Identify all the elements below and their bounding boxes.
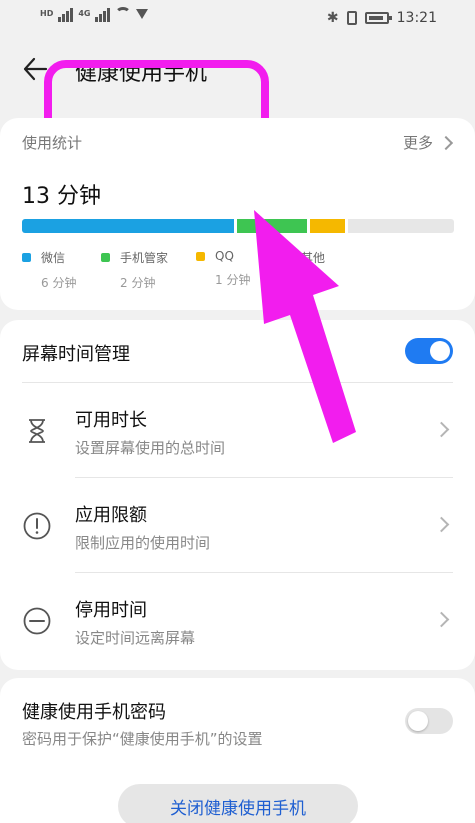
more-label: 更多 — [402, 134, 433, 152]
chevron-right-icon — [433, 421, 450, 438]
divider — [75, 572, 453, 573]
download-indicator-icon — [136, 9, 149, 19]
hourglass-icon — [29, 419, 45, 443]
more-link[interactable]: 更多 — [402, 132, 454, 153]
divider — [22, 382, 453, 383]
screen-time-toggle[interactable] — [405, 338, 453, 364]
usage-bar — [22, 219, 454, 233]
bluetooth-icon: ✱ — [326, 10, 339, 26]
legend-app-name: QQ — [215, 249, 234, 263]
legend-app-duration: 6 分钟 — [41, 276, 77, 290]
signal-icon — [58, 6, 74, 22]
title-bar: 健康使用手机 — [0, 40, 475, 158]
item-subtitle: 限制应用的使用时间 — [75, 534, 211, 552]
legend-qq: QQ 1 分钟 — [196, 249, 250, 288]
chevron-right-icon — [433, 611, 450, 628]
usage-bar-segment — [348, 219, 454, 233]
legend-dot — [22, 253, 31, 262]
total-usage: 13 分钟 — [22, 184, 101, 209]
status-left: HD 4G — [40, 6, 149, 22]
chevron-right-icon — [433, 516, 450, 533]
item-title: 停用时间 — [75, 600, 147, 621]
hd-badge: HD — [40, 9, 54, 18]
close-health-mode-button[interactable]: 关闭健康使用手机 — [118, 784, 358, 823]
usage-bar-segment — [310, 219, 346, 233]
exclamation-circle-icon — [23, 512, 51, 540]
divider — [75, 477, 453, 478]
password-toggle[interactable] — [405, 708, 453, 734]
status-bar: HD 4G ✱ 13:21 — [0, 0, 475, 40]
vibrate-icon — [346, 11, 357, 25]
password-subtitle: 密码用于保护“健康使用手机”的设置 — [22, 730, 263, 748]
status-right: ✱ 13:21 — [327, 10, 437, 26]
password-title: 健康使用手机密码 — [22, 702, 166, 723]
legend-app-name: 微信 — [41, 251, 66, 265]
legend-phone-manager: 手机管家 2 分钟 — [101, 249, 168, 291]
usage-bar-segment — [236, 219, 307, 233]
legend-app-name: 其他 — [301, 251, 326, 265]
item-title: 应用限额 — [75, 505, 147, 526]
legend-app-duration: 2 分钟 — [120, 276, 156, 290]
usage-section-label: 使用统计 — [22, 134, 83, 152]
legend-dot — [196, 251, 205, 261]
legend-app-duration: 1 分钟 — [215, 273, 251, 287]
legend-dot — [101, 253, 110, 262]
screen-time-card: 屏幕时间管理 可用时长 设置屏幕使用的总时间 应用限额 限制应用的使用时间 停用… — [0, 320, 475, 670]
signal-icon-2 — [95, 6, 111, 22]
legend-other: 其他 — [282, 249, 325, 266]
wifi-icon — [115, 7, 132, 21]
network-badge: 4G — [78, 9, 91, 18]
screen-time-label: 屏幕时间管理 — [22, 344, 130, 365]
item-subtitle: 设定时间远离屏幕 — [75, 629, 196, 647]
status-time: 13:21 — [396, 10, 437, 26]
legend-app-name: 手机管家 — [120, 251, 169, 265]
chevron-right-icon — [438, 135, 454, 150]
item-title: 可用时长 — [75, 410, 147, 431]
item-subtitle: 设置屏幕使用的总时间 — [75, 439, 226, 457]
legend-dot — [282, 253, 291, 262]
usage-bar-segment — [22, 219, 234, 233]
battery-icon — [364, 12, 392, 24]
usage-stats-card: 使用统计 更多 13 分钟 微信 6 分钟 手机管家 2 分钟 QQ 1 分钟 … — [0, 118, 475, 310]
legend-wechat: 微信 6 分钟 — [22, 249, 76, 291]
minus-circle-icon — [23, 607, 51, 635]
